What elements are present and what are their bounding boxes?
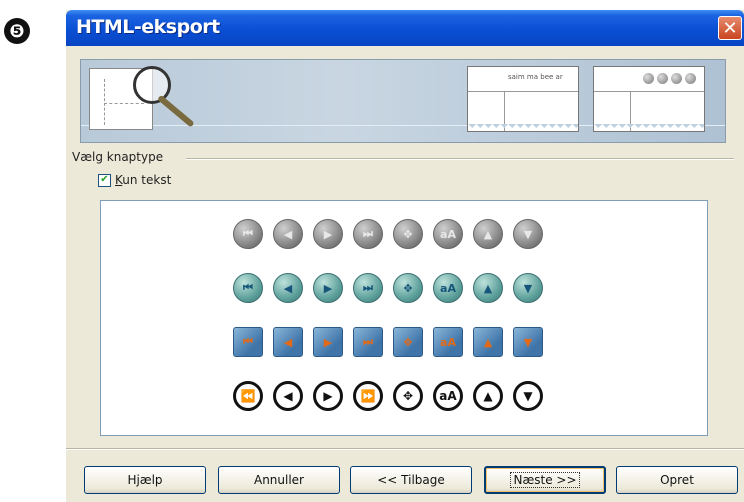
html-export-dialog: HTML-eksport ✕ saim ma bee ar Vælg knapt…	[66, 10, 744, 502]
next-button-label: Næste >>	[510, 472, 580, 488]
first-icon: ⏮	[233, 327, 263, 357]
down-icon: ▼	[513, 219, 543, 249]
text-icon: aA	[433, 381, 463, 411]
create-button[interactable]: Opret	[616, 466, 738, 494]
next-button[interactable]: Næste >>	[484, 466, 606, 494]
close-button[interactable]: ✕	[718, 16, 742, 40]
window-title: HTML-eksport	[76, 16, 220, 38]
navigate-icon: ✥	[393, 327, 423, 357]
text-only-checkbox-row[interactable]: ✔ Kun tekst	[98, 173, 171, 187]
button-style-row-mono[interactable]: ⏪ ◀ ▶ ⏩ ✥ aA ▲ ▼	[233, 381, 543, 411]
cancel-button-label: Annuller	[253, 473, 304, 487]
footer-separator	[66, 448, 744, 450]
back-button[interactable]: << Tilbage	[350, 466, 472, 494]
text-only-label-rest: un tekst	[122, 173, 172, 187]
cancel-button[interactable]: Annuller	[218, 466, 340, 494]
button-style-row-teal[interactable]: ⏮ ◀ ▶ ⏭ ✥ aA ▲ ▼	[233, 273, 543, 303]
back-button-label: << Tilbage	[377, 473, 445, 487]
up-icon: ▲	[473, 273, 503, 303]
magnifier-handle	[157, 94, 195, 128]
button-dots-icon	[643, 73, 696, 84]
down-icon: ▼	[513, 381, 543, 411]
last-icon: ⏭	[353, 327, 383, 357]
next-icon: ▶	[313, 327, 343, 357]
button-style-row-gray[interactable]: ⏮ ◀ ▶ ⏭ ✥ aA ▲ ▼	[233, 219, 543, 249]
up-icon: ▲	[473, 381, 503, 411]
last-icon: ⏭	[353, 273, 383, 303]
next-icon: ▶	[313, 381, 343, 411]
paper-text-buttons-illustration: saim ma bee ar	[467, 66, 579, 132]
paper-graphic-buttons-illustration	[593, 66, 705, 132]
navigate-icon: ✥	[393, 273, 423, 303]
navigate-icon: ✥	[393, 381, 423, 411]
text-only-checkbox[interactable]: ✔	[98, 173, 111, 187]
text-only-label[interactable]: Kun tekst	[115, 173, 171, 187]
navigate-icon: ✥	[393, 219, 423, 249]
next-icon: ▶	[313, 273, 343, 303]
previous-icon: ◀	[273, 273, 303, 303]
first-icon: ⏮	[233, 219, 263, 249]
checkmark-icon: ✔	[100, 174, 109, 185]
group-separator	[186, 158, 734, 160]
text-icon: aA	[433, 273, 463, 303]
up-icon: ▲	[473, 327, 503, 357]
text-icon: aA	[433, 219, 463, 249]
paper-text: saim ma bee ar	[508, 73, 563, 81]
title-bar[interactable]: HTML-eksport ✕	[66, 10, 744, 46]
create-button-label: Opret	[660, 473, 694, 487]
last-icon: ⏩	[353, 381, 383, 411]
down-icon: ▼	[513, 327, 543, 357]
help-button[interactable]: Hjælp	[84, 466, 206, 494]
down-icon: ▼	[513, 273, 543, 303]
previous-icon: ◀	[273, 219, 303, 249]
button-type-group-label: Vælg knaptype	[72, 150, 164, 164]
first-icon: ⏮	[233, 273, 263, 303]
first-icon: ⏪	[233, 381, 263, 411]
text-icon: aA	[433, 327, 463, 357]
last-icon: ⏭	[353, 219, 383, 249]
step-number-badge: ❺	[4, 18, 30, 44]
up-icon: ▲	[473, 219, 503, 249]
button-style-row-blue[interactable]: ⏮ ◀ ▶ ⏭ ✥ aA ▲ ▼	[233, 327, 543, 357]
previous-icon: ◀	[273, 381, 303, 411]
close-icon: ✕	[722, 17, 738, 39]
help-button-label: Hjælp	[127, 473, 163, 487]
button-style-list[interactable]: ⏮ ◀ ▶ ⏭ ✥ aA ▲ ▼ ⏮ ◀ ▶ ⏭ ✥ aA ▲ ▼ ⏮ ◀ ▶ ⏭ ✥ aA ▲ ▼ ⏪ ◀ ▶ ⏩ ✥ aA ▲ ▼	[100, 200, 708, 436]
next-icon: ▶	[313, 219, 343, 249]
previous-icon: ◀	[273, 327, 303, 357]
wizard-banner-image: saim ma bee ar	[80, 59, 726, 143]
